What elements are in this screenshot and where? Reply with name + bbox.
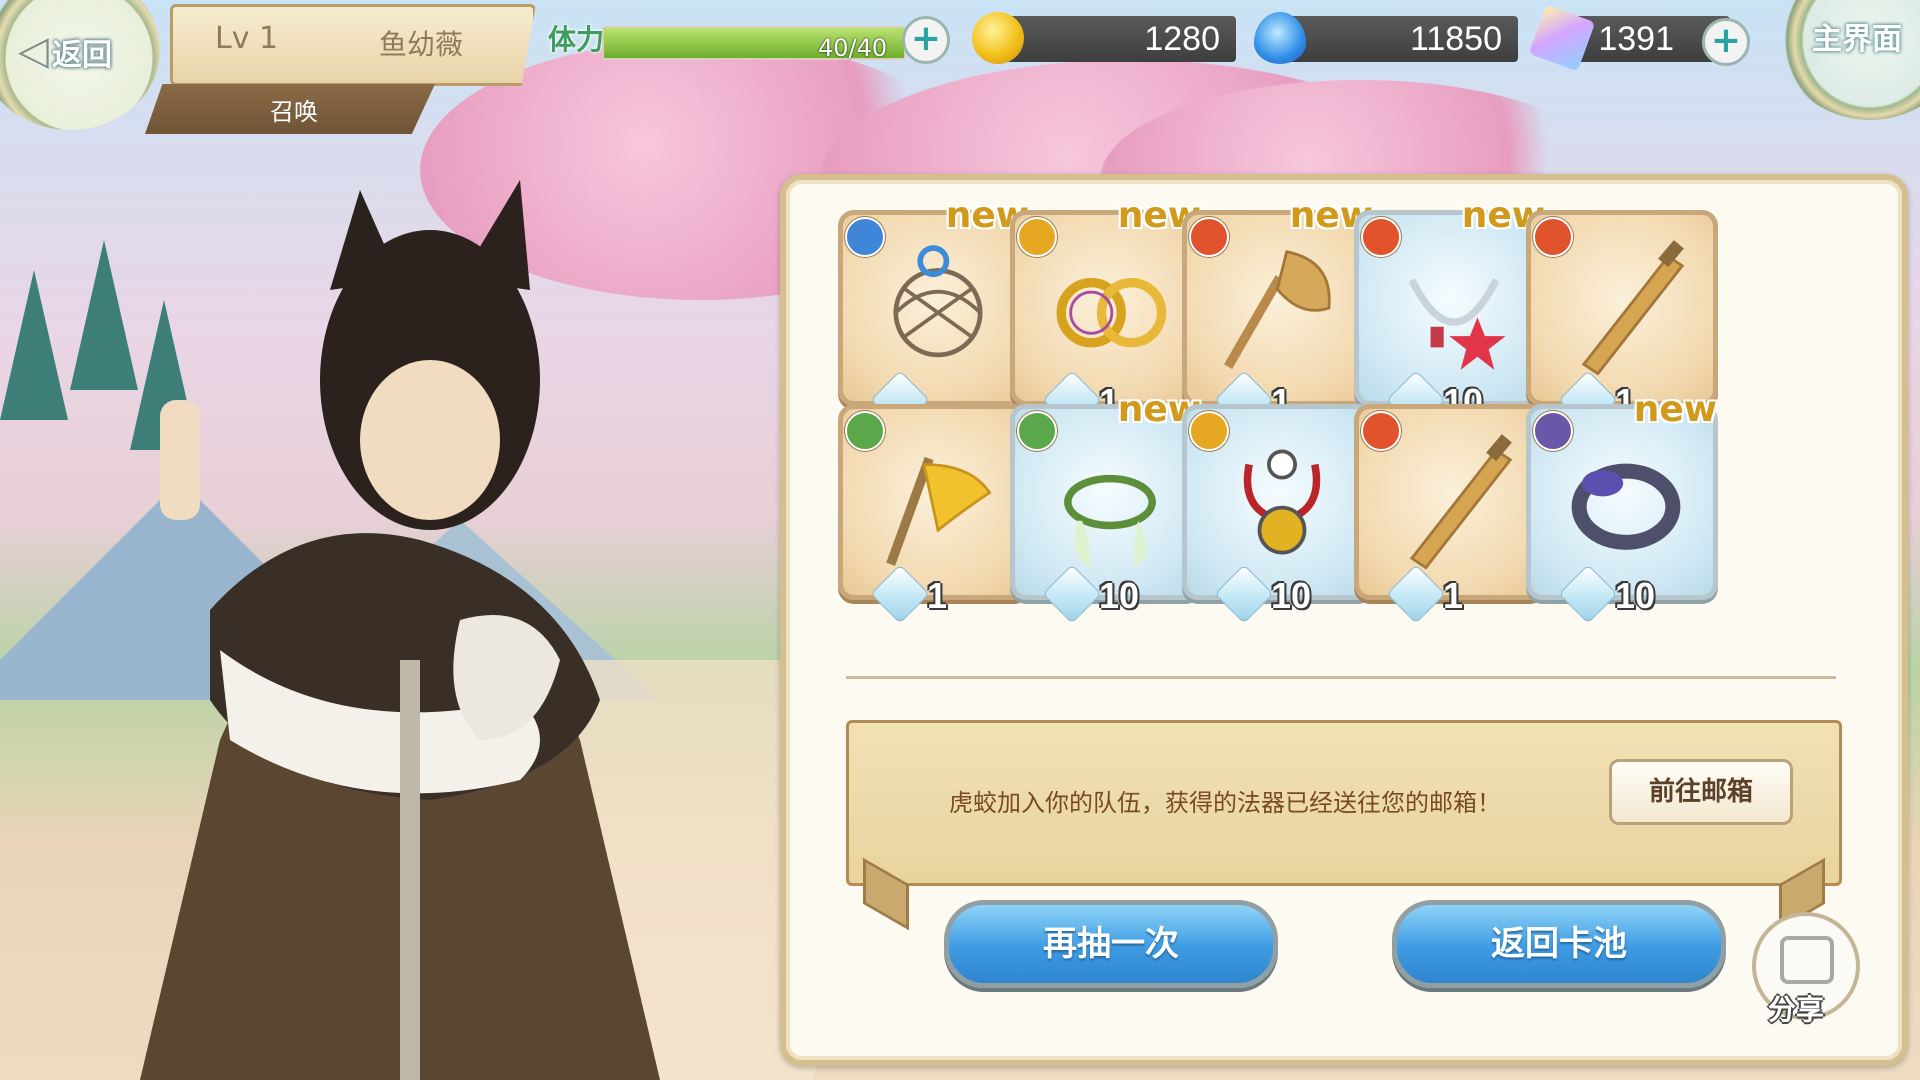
light-element-icon (1017, 217, 1057, 257)
back-label: 返回 (52, 38, 112, 73)
draw-again-button[interactable]: 再抽一次 (944, 900, 1278, 988)
player-name: 鱼幼薇 (379, 28, 464, 61)
gold-counter: 1280 (972, 12, 1236, 64)
spirit-counter: 11850 (1254, 12, 1518, 64)
light-element-icon (1189, 411, 1229, 451)
fire-element-icon (1361, 411, 1401, 451)
stamina-label: 体力 (548, 23, 605, 56)
mode-tab-label: 召唤 (270, 98, 318, 126)
mode-tab-summon: 召唤 (145, 84, 435, 134)
item-count: 10 (1271, 575, 1312, 616)
player-level: Lv 1 (215, 21, 279, 56)
blue-flame-icon (1254, 12, 1306, 64)
fire-element-icon (1361, 217, 1401, 257)
water-element-icon (845, 217, 885, 257)
fire-element-icon (1533, 217, 1573, 257)
item-count: 10 (1099, 575, 1140, 616)
add-stamina-button[interactable]: + (902, 16, 950, 64)
result-item[interactable]: new 10 (1354, 195, 1546, 430)
rope-net-icon (893, 245, 983, 358)
pendant-icon (1243, 449, 1321, 555)
wind-element-icon (1017, 411, 1057, 451)
stamina-value: 40/40 (818, 34, 888, 62)
gold-coin-icon (972, 12, 1024, 64)
wind-element-icon (845, 411, 885, 451)
new-badge: new (1633, 389, 1717, 430)
result-item[interactable]: 1 (1354, 404, 1546, 624)
result-item[interactable]: 10 (1182, 404, 1374, 624)
divider (846, 676, 1836, 679)
player-card: Lv 1 鱼幼薇 (170, 4, 536, 86)
item-count: 10 (1615, 575, 1656, 616)
crystal-value: 1391 (1598, 20, 1674, 58)
star-necklace-icon (1408, 278, 1506, 370)
item-count: 1 (927, 575, 948, 616)
result-item[interactable]: new 10 (1010, 389, 1202, 624)
flag-icon (886, 456, 992, 566)
feather-necklace-icon (1064, 474, 1156, 568)
spirit-value: 11850 (1409, 20, 1502, 58)
bracelet-icon (1571, 463, 1681, 550)
back-arrow-icon: ◁ (18, 28, 49, 74)
result-item[interactable]: new 1 (1010, 195, 1202, 430)
result-item[interactable]: new 1 (1182, 195, 1374, 430)
item-count: 1 (1443, 575, 1464, 616)
share-icon (1780, 936, 1834, 984)
result-item[interactable]: new 10 (1526, 389, 1718, 624)
share-button[interactable]: 分享 (1752, 912, 1860, 1026)
fire-element-icon (1189, 217, 1229, 257)
home-label: 主界面 (1812, 22, 1902, 57)
result-item[interactable]: new (838, 195, 1030, 430)
share-label: 分享 (1768, 993, 1825, 1026)
result-item[interactable]: 1 (1526, 210, 1718, 430)
reward-message: 虎蛟加入你的队伍，获得的法器已经送往您的邮箱！ (949, 789, 1501, 817)
message-scroll: 虎蛟加入你的队伍，获得的法器已经送往您的邮箱！ 前往邮箱 (846, 720, 1842, 886)
sword-icon (1409, 434, 1513, 570)
axe-icon (1224, 250, 1331, 370)
result-item[interactable]: 1 (838, 404, 1030, 624)
gold-rings-icon (1056, 278, 1167, 348)
sword-icon (1581, 240, 1685, 376)
return-to-pool-button[interactable]: 返回卡池 (1392, 900, 1726, 988)
go-to-mailbox-button[interactable]: 前往邮箱 (1609, 759, 1793, 825)
add-crystal-button[interactable]: + (1702, 18, 1750, 66)
character-illustration (140, 180, 660, 1080)
dark-element-icon (1533, 411, 1573, 451)
stamina-meter: 体力 40/40 (548, 12, 908, 68)
gold-value: 1280 (1144, 20, 1220, 58)
